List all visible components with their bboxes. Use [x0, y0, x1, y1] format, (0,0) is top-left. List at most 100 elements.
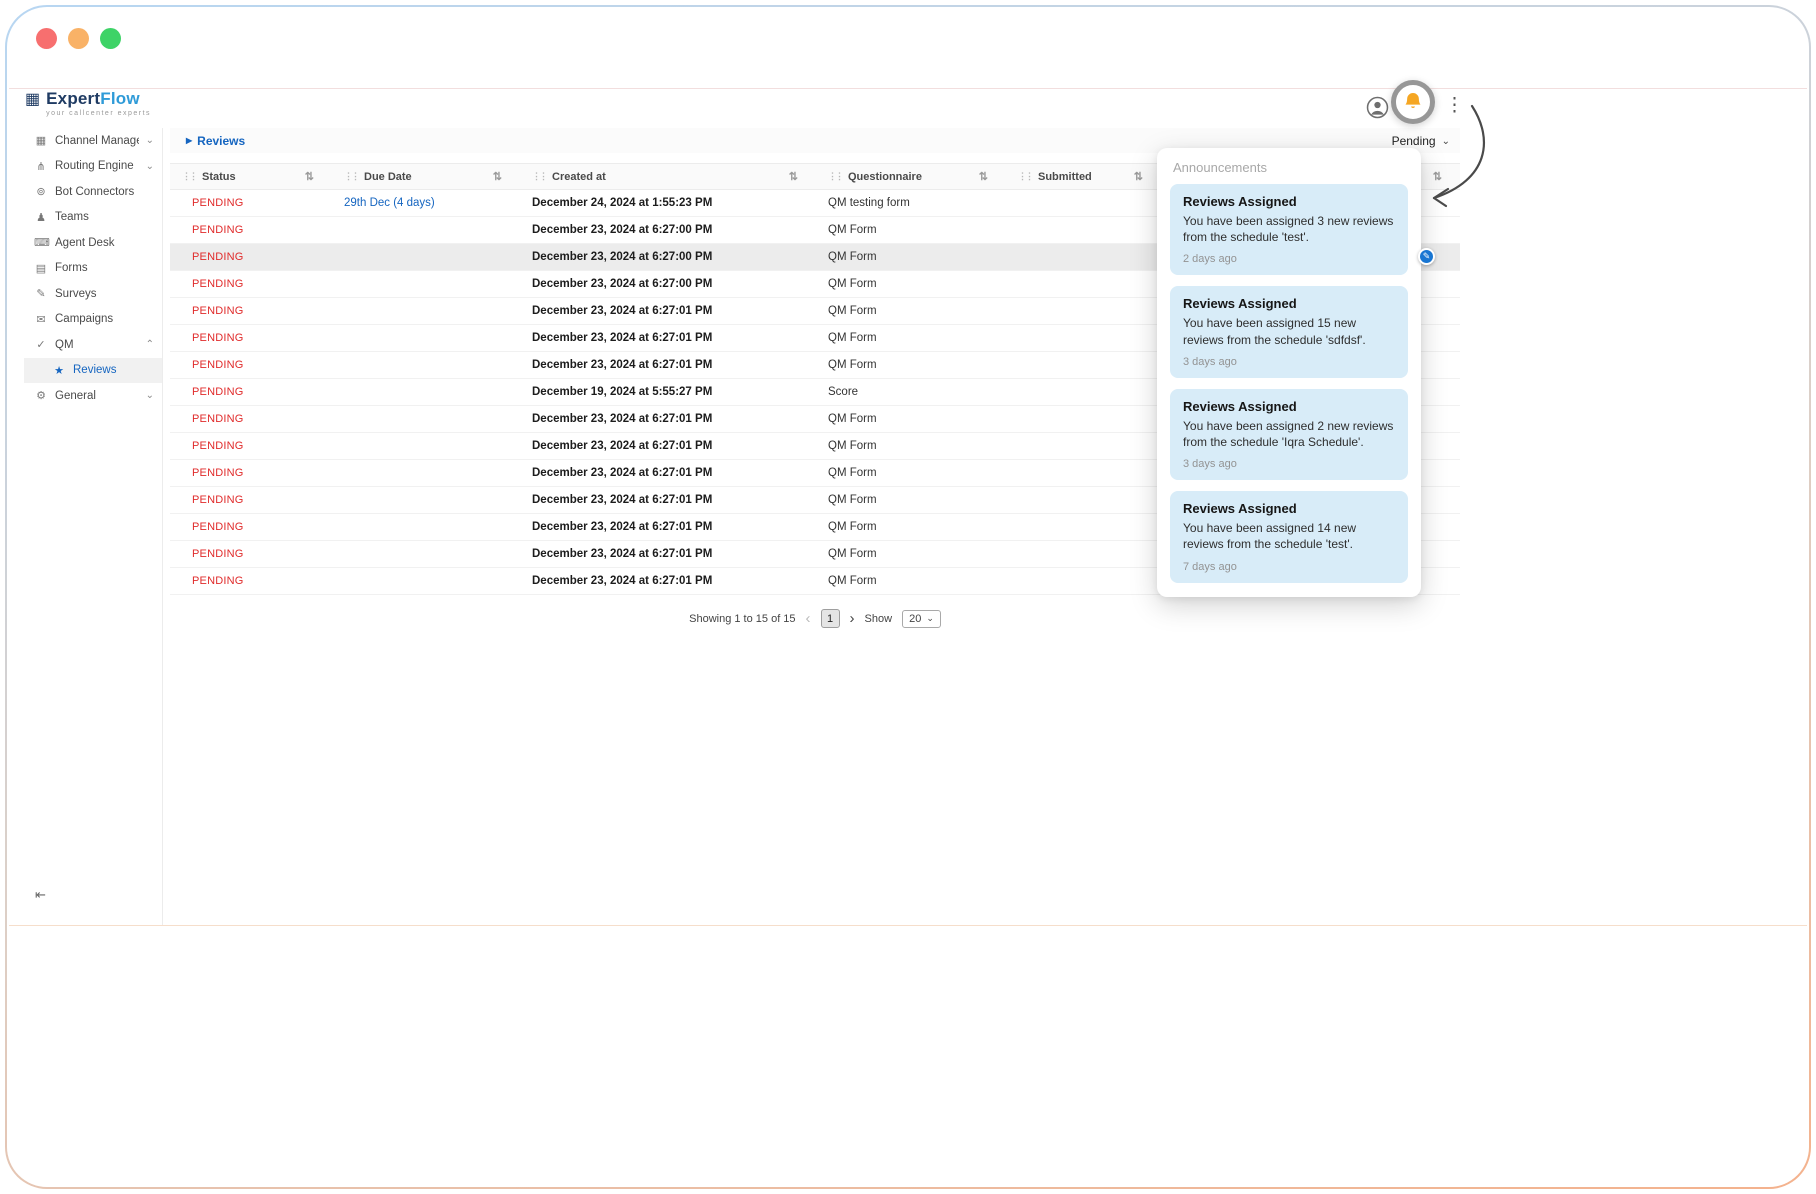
submitted-cell	[1006, 406, 1161, 433]
sort-icon[interactable]: ⇅	[1134, 170, 1143, 183]
sidebar-collapse-icon[interactable]: ⇤	[35, 887, 46, 903]
status-filter-dropdown[interactable]: Pending ⌄	[1392, 134, 1450, 148]
questionnaire-cell: QM Form	[816, 271, 1006, 298]
drag-handle-icon[interactable]: ⋮⋮	[1018, 171, 1032, 182]
gear-icon: ⚙	[34, 389, 48, 402]
status-cell: PENDING	[170, 514, 332, 541]
due-date-cell[interactable]	[332, 460, 520, 487]
announcement-body: You have been assigned 14 new reviews fr…	[1183, 520, 1395, 552]
kebab-menu-icon[interactable]: ⋮	[1445, 94, 1464, 117]
zoom-window-button[interactable]	[100, 28, 121, 49]
drag-handle-icon[interactable]: ⋮⋮	[344, 171, 358, 182]
due-date-cell[interactable]	[332, 325, 520, 352]
status-cell: PENDING	[170, 244, 332, 271]
status-cell: PENDING	[170, 568, 332, 595]
submitted-cell	[1006, 325, 1161, 352]
sort-icon[interactable]: ⇅	[979, 170, 988, 183]
status-cell: PENDING	[170, 433, 332, 460]
chevron-down-icon: ⌄	[146, 161, 154, 172]
created-at-cell: December 24, 2024 at 1:55:23 PM	[520, 190, 816, 217]
sort-icon[interactable]: ⇅	[305, 170, 314, 183]
user-avatar[interactable]	[1366, 96, 1389, 124]
questionnaire-cell: Score	[816, 379, 1006, 406]
close-window-button[interactable]	[36, 28, 57, 49]
sidebar-item-surveys[interactable]: ✎ Surveys	[24, 281, 162, 307]
status-cell: PENDING	[170, 541, 332, 568]
status-cell: PENDING	[170, 487, 332, 514]
sidebar-item-campaigns[interactable]: ✉ Campaigns	[24, 307, 162, 333]
due-date-cell[interactable]	[332, 541, 520, 568]
announcement-time: 3 days ago	[1183, 356, 1395, 368]
sidebar-item-qm[interactable]: ✓ QM ⌃	[24, 332, 162, 358]
submitted-cell	[1006, 514, 1161, 541]
sidebar-item-reviews[interactable]: ★ Reviews	[24, 358, 162, 384]
sort-icon[interactable]: ⇅	[493, 170, 502, 183]
due-date-cell[interactable]	[332, 271, 520, 298]
drag-handle-icon[interactable]: ⋮⋮	[182, 171, 196, 182]
submitted-cell	[1006, 217, 1161, 244]
prev-page-button[interactable]: ‹	[806, 610, 811, 627]
status-cell: PENDING	[170, 325, 332, 352]
sidebar-item-general[interactable]: ⚙ General ⌄	[24, 383, 162, 409]
current-page-button[interactable]: 1	[821, 609, 840, 628]
pagination-summary: Showing 1 to 15 of 15	[689, 613, 795, 625]
minimize-window-button[interactable]	[68, 28, 89, 49]
sort-icon[interactable]: ⇅	[1433, 170, 1442, 183]
channel-manager-icon: ▦	[34, 134, 48, 147]
status-filter-value: Pending	[1392, 134, 1436, 148]
announcement-card[interactable]: Reviews Assigned You have been assigned …	[1170, 389, 1408, 480]
column-header-questionnaire[interactable]: ⋮⋮ Questionnaire ⇅	[816, 164, 1006, 190]
announcement-card[interactable]: Reviews Assigned You have been assigned …	[1170, 184, 1408, 275]
bell-icon[interactable]	[1402, 91, 1424, 113]
column-header-created-at[interactable]: ⋮⋮ Created at ⇅	[520, 164, 816, 190]
page-size-value: 20	[909, 613, 921, 625]
teams-icon: ♟	[34, 211, 48, 224]
breadcrumb[interactable]: ▶ Reviews	[186, 134, 245, 148]
status-cell: PENDING	[170, 352, 332, 379]
due-date-cell[interactable]	[332, 487, 520, 514]
sort-icon[interactable]: ⇅	[789, 170, 798, 183]
sidebar-item-agent-desk[interactable]: ⌨ Agent Desk	[24, 230, 162, 256]
sidebar-item-teams[interactable]: ♟ Teams	[24, 205, 162, 231]
column-header-status[interactable]: ⋮⋮ Status ⇅	[170, 164, 332, 190]
sidebar-item-channel-manager[interactable]: ▦ Channel Manager ⌄	[24, 128, 162, 154]
edit-review-badge[interactable]: ✎	[1418, 248, 1435, 265]
forms-icon: ▤	[34, 262, 48, 275]
due-date-cell[interactable]	[332, 352, 520, 379]
announcement-card[interactable]: Reviews Assigned You have been assigned …	[1170, 491, 1408, 582]
due-date-cell[interactable]	[332, 244, 520, 271]
submitted-cell	[1006, 541, 1161, 568]
due-date-cell[interactable]	[332, 379, 520, 406]
page-size-label: Show	[865, 613, 893, 625]
submitted-cell	[1006, 244, 1161, 271]
due-date-cell[interactable]	[332, 217, 520, 244]
column-header-due-date[interactable]: ⋮⋮ Due Date ⇅	[332, 164, 520, 190]
due-date-cell[interactable]	[332, 298, 520, 325]
pagination: Showing 1 to 15 of 15 ‹ 1 › Show 20 ⌄	[170, 609, 1460, 628]
next-page-button[interactable]: ›	[850, 610, 855, 627]
due-date-cell[interactable]	[332, 514, 520, 541]
sidebar-item-forms[interactable]: ▤ Forms	[24, 256, 162, 282]
status-cell: PENDING	[170, 460, 332, 487]
announcements-panel: Announcements Reviews Assigned You have …	[1157, 148, 1421, 597]
drag-handle-icon[interactable]: ⋮⋮	[532, 171, 546, 182]
sidebar-item-routing-engine[interactable]: ⋔ Routing Engine ⌄	[24, 154, 162, 180]
announcement-body: You have been assigned 2 new reviews fro…	[1183, 418, 1395, 450]
sidebar-item-bot-connectors[interactable]: ⊚ Bot Connectors	[24, 179, 162, 205]
status-cell: PENDING	[170, 298, 332, 325]
drag-handle-icon[interactable]: ⋮⋮	[828, 171, 842, 182]
submitted-cell	[1006, 433, 1161, 460]
status-cell: PENDING	[170, 271, 332, 298]
chevron-down-icon: ⌄	[146, 390, 154, 401]
due-date-cell[interactable]	[332, 433, 520, 460]
due-date-cell[interactable]: 29th Dec (4 days)	[332, 190, 520, 217]
chevron-down-icon: ⌄	[1442, 136, 1450, 147]
column-header-submitted[interactable]: ⋮⋮ Submitted ⇅	[1006, 164, 1161, 190]
created-at-cell: December 23, 2024 at 6:27:01 PM	[520, 433, 816, 460]
created-at-cell: December 23, 2024 at 6:27:01 PM	[520, 460, 816, 487]
due-date-cell[interactable]	[332, 406, 520, 433]
announcements-title: Announcements	[1157, 160, 1421, 184]
announcement-card[interactable]: Reviews Assigned You have been assigned …	[1170, 286, 1408, 377]
due-date-cell[interactable]	[332, 568, 520, 595]
page-size-select[interactable]: 20 ⌄	[902, 610, 941, 628]
